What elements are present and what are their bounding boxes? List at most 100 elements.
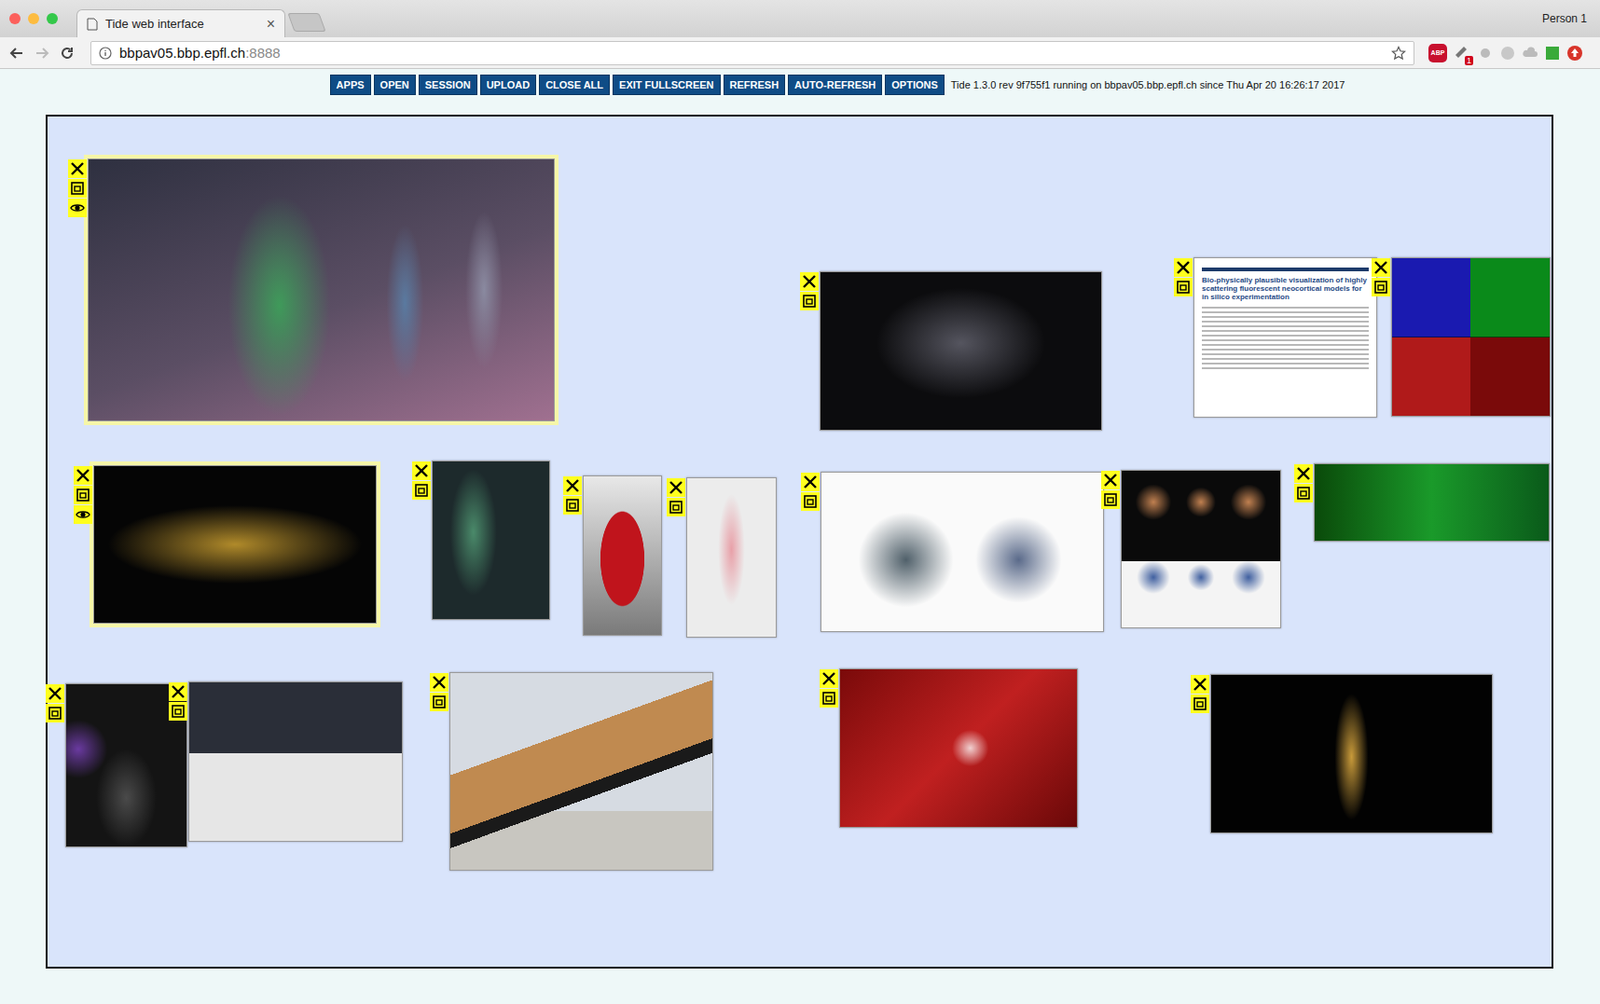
content-window[interactable]	[839, 668, 1078, 828]
toolbar-button[interactable]: CLOSE ALL	[538, 74, 610, 96]
maximize-window-button[interactable]	[800, 291, 819, 311]
content-window[interactable]	[582, 475, 663, 636]
focus-window-button[interactable]	[68, 198, 87, 218]
content-window[interactable]	[188, 681, 403, 842]
maximize-window-button[interactable]	[1173, 277, 1193, 297]
maximize-window-button[interactable]	[168, 702, 188, 721]
maximize-icon	[1103, 492, 1118, 508]
close-window-button[interactable]	[800, 472, 820, 492]
wall-canvas[interactable]: Bio-physically plausible visualization o…	[45, 114, 1554, 969]
maximize-window-button[interactable]	[73, 485, 93, 505]
title-bar: Tide web interface× Person 1	[0, 0, 1600, 38]
close-window-button[interactable]	[1190, 675, 1210, 694]
window-controls	[1190, 675, 1210, 714]
close-window-button[interactable]	[1101, 470, 1120, 490]
maximize-icon	[565, 497, 580, 513]
content-window[interactable]	[1120, 469, 1282, 629]
back-icon[interactable]	[9, 45, 25, 61]
maximize-icon	[413, 482, 429, 498]
maximize-icon	[801, 293, 817, 309]
maximize-window-button[interactable]	[1294, 483, 1313, 503]
close-icon	[69, 161, 85, 177]
maximize-window-button[interactable]	[429, 692, 449, 712]
eye-icon	[75, 507, 91, 523]
close-window-button[interactable]	[1294, 464, 1313, 483]
toolbar-button[interactable]: APPS	[330, 74, 372, 96]
content-window[interactable]	[820, 471, 1104, 633]
content-window[interactable]	[431, 460, 551, 621]
adblock-extension-icon[interactable]: ABP	[1428, 43, 1448, 63]
cloud-extension-icon[interactable]	[1521, 44, 1539, 62]
close-window-button[interactable]	[1371, 258, 1391, 277]
close-window-button[interactable]	[666, 478, 686, 497]
upload-extension-icon[interactable]	[1566, 44, 1584, 62]
maximize-window-button[interactable]	[412, 481, 431, 500]
profile-button[interactable]: Person 1	[1542, 12, 1587, 26]
content-window[interactable]	[449, 672, 714, 871]
close-icon	[801, 274, 817, 290]
toolbar-button[interactable]: OPTIONS	[884, 74, 945, 96]
close-window-button[interactable]	[563, 476, 582, 496]
maximize-window-button[interactable]	[1190, 694, 1210, 714]
close-window-button[interactable]	[819, 669, 839, 689]
green-square-extension-icon[interactable]	[1544, 44, 1561, 62]
maximize-window-button[interactable]	[666, 497, 686, 517]
content-window[interactable]	[93, 465, 377, 624]
toolbar-button[interactable]: OPEN	[373, 74, 416, 96]
close-icon	[431, 675, 447, 690]
close-window-button[interactable]	[168, 682, 188, 702]
toolbar-button[interactable]: REFRESH	[723, 74, 787, 96]
window-controls	[168, 682, 188, 721]
content-window[interactable]	[819, 271, 1103, 431]
bookmark-star-icon[interactable]	[1391, 45, 1407, 61]
maximize-window-button[interactable]	[800, 492, 820, 511]
url-field[interactable]: bbpav05.bbp.epfl.ch:8888	[90, 41, 1415, 66]
close-light-icon[interactable]	[9, 13, 21, 25]
maximize-window-button[interactable]	[563, 496, 582, 515]
maximize-window-button[interactable]	[819, 689, 839, 708]
info-icon[interactable]	[98, 46, 112, 60]
close-window-button[interactable]	[429, 673, 449, 692]
circle-extension-icon[interactable]	[1499, 44, 1517, 62]
close-window-button[interactable]	[45, 684, 65, 704]
close-window-button[interactable]	[1173, 258, 1193, 277]
close-window-button[interactable]	[73, 466, 93, 485]
window-controls	[800, 272, 819, 311]
maximize-window-button[interactable]	[1101, 490, 1120, 510]
content-window[interactable]: Bio-physically plausible visualization o…	[1193, 257, 1378, 418]
maximize-icon	[170, 703, 186, 719]
maximize-window-button[interactable]	[68, 179, 87, 198]
window-controls	[1173, 258, 1193, 297]
minimize-light-icon[interactable]	[27, 13, 40, 25]
bug-extension-icon[interactable]	[1476, 44, 1494, 62]
toolbar-button[interactable]: EXIT FULLSCREEN	[612, 74, 720, 96]
maximize-icon	[1192, 696, 1208, 712]
content-window[interactable]	[87, 158, 555, 422]
maximize-window-button[interactable]	[1371, 277, 1391, 297]
tab-close-button[interactable]: ×	[266, 15, 276, 33]
document-text-line	[1201, 344, 1369, 346]
document-text-line	[1201, 358, 1369, 360]
document-page: Bio-physically plausible visualization o…	[1194, 258, 1377, 379]
extensions-bar: ABP1	[1428, 43, 1584, 63]
zoom-light-icon[interactable]	[46, 13, 58, 25]
document-text-line	[1201, 311, 1369, 314]
new-tab-button[interactable]	[287, 13, 326, 32]
toolbar-button[interactable]: AUTO-REFRESH	[787, 74, 883, 96]
reload-icon[interactable]	[59, 45, 75, 61]
focus-window-button[interactable]	[73, 505, 93, 525]
content-window[interactable]	[686, 477, 777, 638]
browser-tab[interactable]: Tide web interface×	[76, 9, 286, 38]
content-window[interactable]	[1391, 257, 1551, 417]
document-text-line	[1201, 339, 1369, 342]
close-window-button[interactable]	[68, 159, 87, 179]
maximize-window-button[interactable]	[45, 703, 65, 723]
forward-icon[interactable]	[34, 45, 50, 61]
close-window-button[interactable]	[800, 272, 819, 291]
content-window[interactable]	[1313, 463, 1550, 542]
extension-icon[interactable]: 1	[1452, 43, 1472, 63]
content-window[interactable]	[1210, 674, 1493, 834]
close-window-button[interactable]	[412, 461, 431, 481]
toolbar-button[interactable]: UPLOAD	[480, 74, 537, 96]
toolbar-button[interactable]: SESSION	[418, 74, 478, 96]
